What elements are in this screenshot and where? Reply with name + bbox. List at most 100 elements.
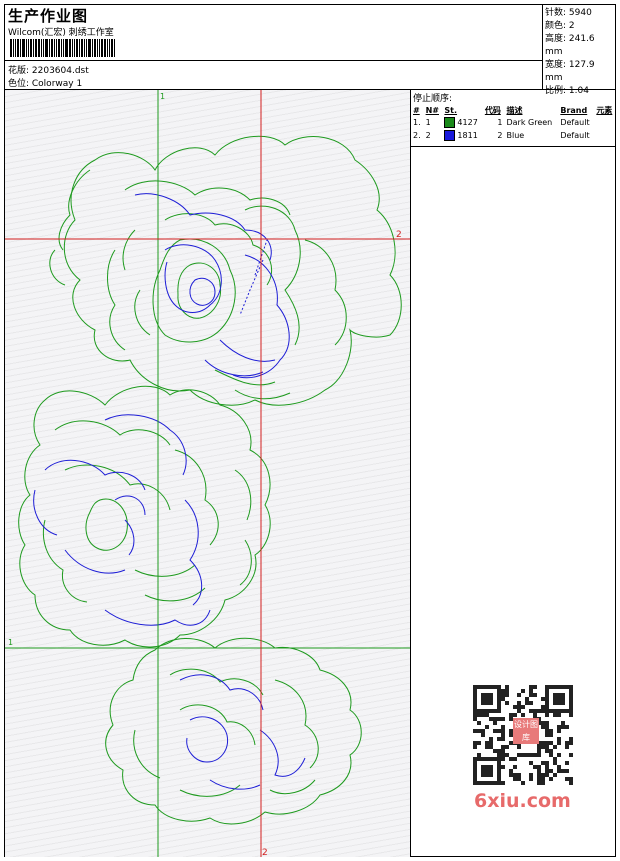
qr-module	[533, 713, 537, 717]
qr-module	[541, 761, 545, 765]
barcode-bar	[101, 39, 103, 57]
barcode-bar	[41, 39, 42, 57]
qr-module	[553, 701, 557, 705]
qr-module	[553, 757, 557, 761]
qr-module	[569, 741, 573, 745]
qr-module	[493, 781, 497, 785]
qr-module	[509, 757, 513, 761]
qr-module	[501, 697, 505, 701]
red-guide-label-bottom: 2	[262, 848, 268, 857]
qr-module	[545, 705, 549, 709]
qr-module	[529, 773, 533, 777]
row-stitches: 1811	[442, 129, 482, 142]
qr-module	[521, 705, 525, 709]
qr-module	[533, 709, 537, 713]
row-stitches: 4127	[442, 116, 482, 129]
row-element	[594, 116, 616, 129]
qr-module	[557, 685, 561, 689]
blue-detail-stitches	[33, 193, 306, 790]
qr-module	[473, 761, 477, 765]
qr-module	[537, 753, 541, 757]
qr-module	[513, 777, 517, 781]
qr-module	[477, 741, 481, 745]
qr-module	[549, 777, 553, 781]
qr-module	[569, 737, 573, 741]
qr-module	[513, 765, 517, 769]
barcode-bar	[35, 39, 37, 57]
qr-module	[501, 781, 505, 785]
qr-module	[521, 753, 525, 757]
qr-module	[569, 701, 573, 705]
qr-module	[545, 701, 549, 705]
row-code: 2	[497, 131, 503, 140]
qr-module	[561, 697, 565, 701]
qr-module	[569, 777, 573, 781]
barcode	[10, 39, 140, 57]
qr-module	[529, 693, 533, 697]
qr-module	[481, 765, 485, 769]
studio-name: Wilcom(汇宏) 刺绣工作室	[8, 28, 114, 38]
qr-center-badge: 设计图库	[513, 718, 539, 744]
qr-module	[549, 733, 553, 737]
qr-module	[553, 693, 557, 697]
qr-module	[473, 729, 477, 733]
qr-module	[545, 765, 549, 769]
qr-module	[485, 741, 489, 745]
qr-module	[501, 689, 505, 693]
barcode-bar	[99, 39, 100, 57]
qr-module	[489, 745, 493, 749]
qr-module	[485, 757, 489, 761]
red-guide-label-right: 2	[396, 230, 402, 240]
qr-module	[557, 765, 561, 769]
barcode-bar	[88, 39, 91, 57]
qr-module	[473, 705, 477, 709]
qr-module	[569, 781, 573, 785]
qr-module	[557, 753, 561, 757]
qr-module	[489, 737, 493, 741]
qr-module	[501, 725, 505, 729]
qr-module	[505, 693, 509, 697]
qr-module	[569, 685, 573, 689]
barcode-bar	[94, 39, 96, 57]
qr-module	[485, 781, 489, 785]
qr-module	[493, 721, 497, 725]
row-number: 2	[425, 131, 431, 140]
qr-module	[557, 741, 561, 745]
qr-module	[545, 713, 549, 717]
barcode-bar	[72, 39, 73, 57]
stat-stitches: 针数: 5940	[545, 8, 592, 18]
qr-module	[497, 689, 501, 693]
qr-module	[533, 685, 537, 689]
table-row: 1. 1 4127 1 Dark Green Default	[411, 116, 616, 129]
qr-module	[521, 781, 525, 785]
qr-module	[497, 773, 501, 777]
qr-module	[505, 745, 509, 749]
qr-module	[489, 781, 493, 785]
qr-module	[493, 749, 497, 753]
barcode-bar	[22, 39, 25, 57]
qr-module	[561, 701, 565, 705]
qr-module	[497, 729, 501, 733]
barcode-bar	[114, 39, 115, 57]
qr-module	[509, 773, 513, 777]
qr-module	[557, 737, 561, 741]
qr-module	[549, 769, 553, 773]
qr-module	[473, 689, 477, 693]
barcode-bar	[69, 39, 71, 57]
green-guide-label-left: 1	[8, 638, 13, 647]
row-code: 1	[497, 118, 503, 127]
barcode-bar	[74, 39, 75, 57]
row-number: 1	[425, 118, 431, 127]
qr-module	[497, 717, 501, 721]
stats-panel: 针数: 5940 颜色: 2 高度: 241.6 mm 宽度: 127.9 mm…	[543, 5, 615, 96]
qr-module	[477, 685, 481, 689]
color-swatch	[444, 117, 456, 128]
barcode-bar	[49, 39, 50, 57]
col-element: 元素	[596, 106, 613, 115]
stat-width: 宽度: 127.9 mm	[545, 60, 595, 83]
qr-module	[477, 713, 481, 717]
qr-module	[497, 753, 501, 757]
qr-module	[541, 777, 545, 781]
qr-module	[489, 693, 493, 697]
qr-module	[485, 769, 489, 773]
